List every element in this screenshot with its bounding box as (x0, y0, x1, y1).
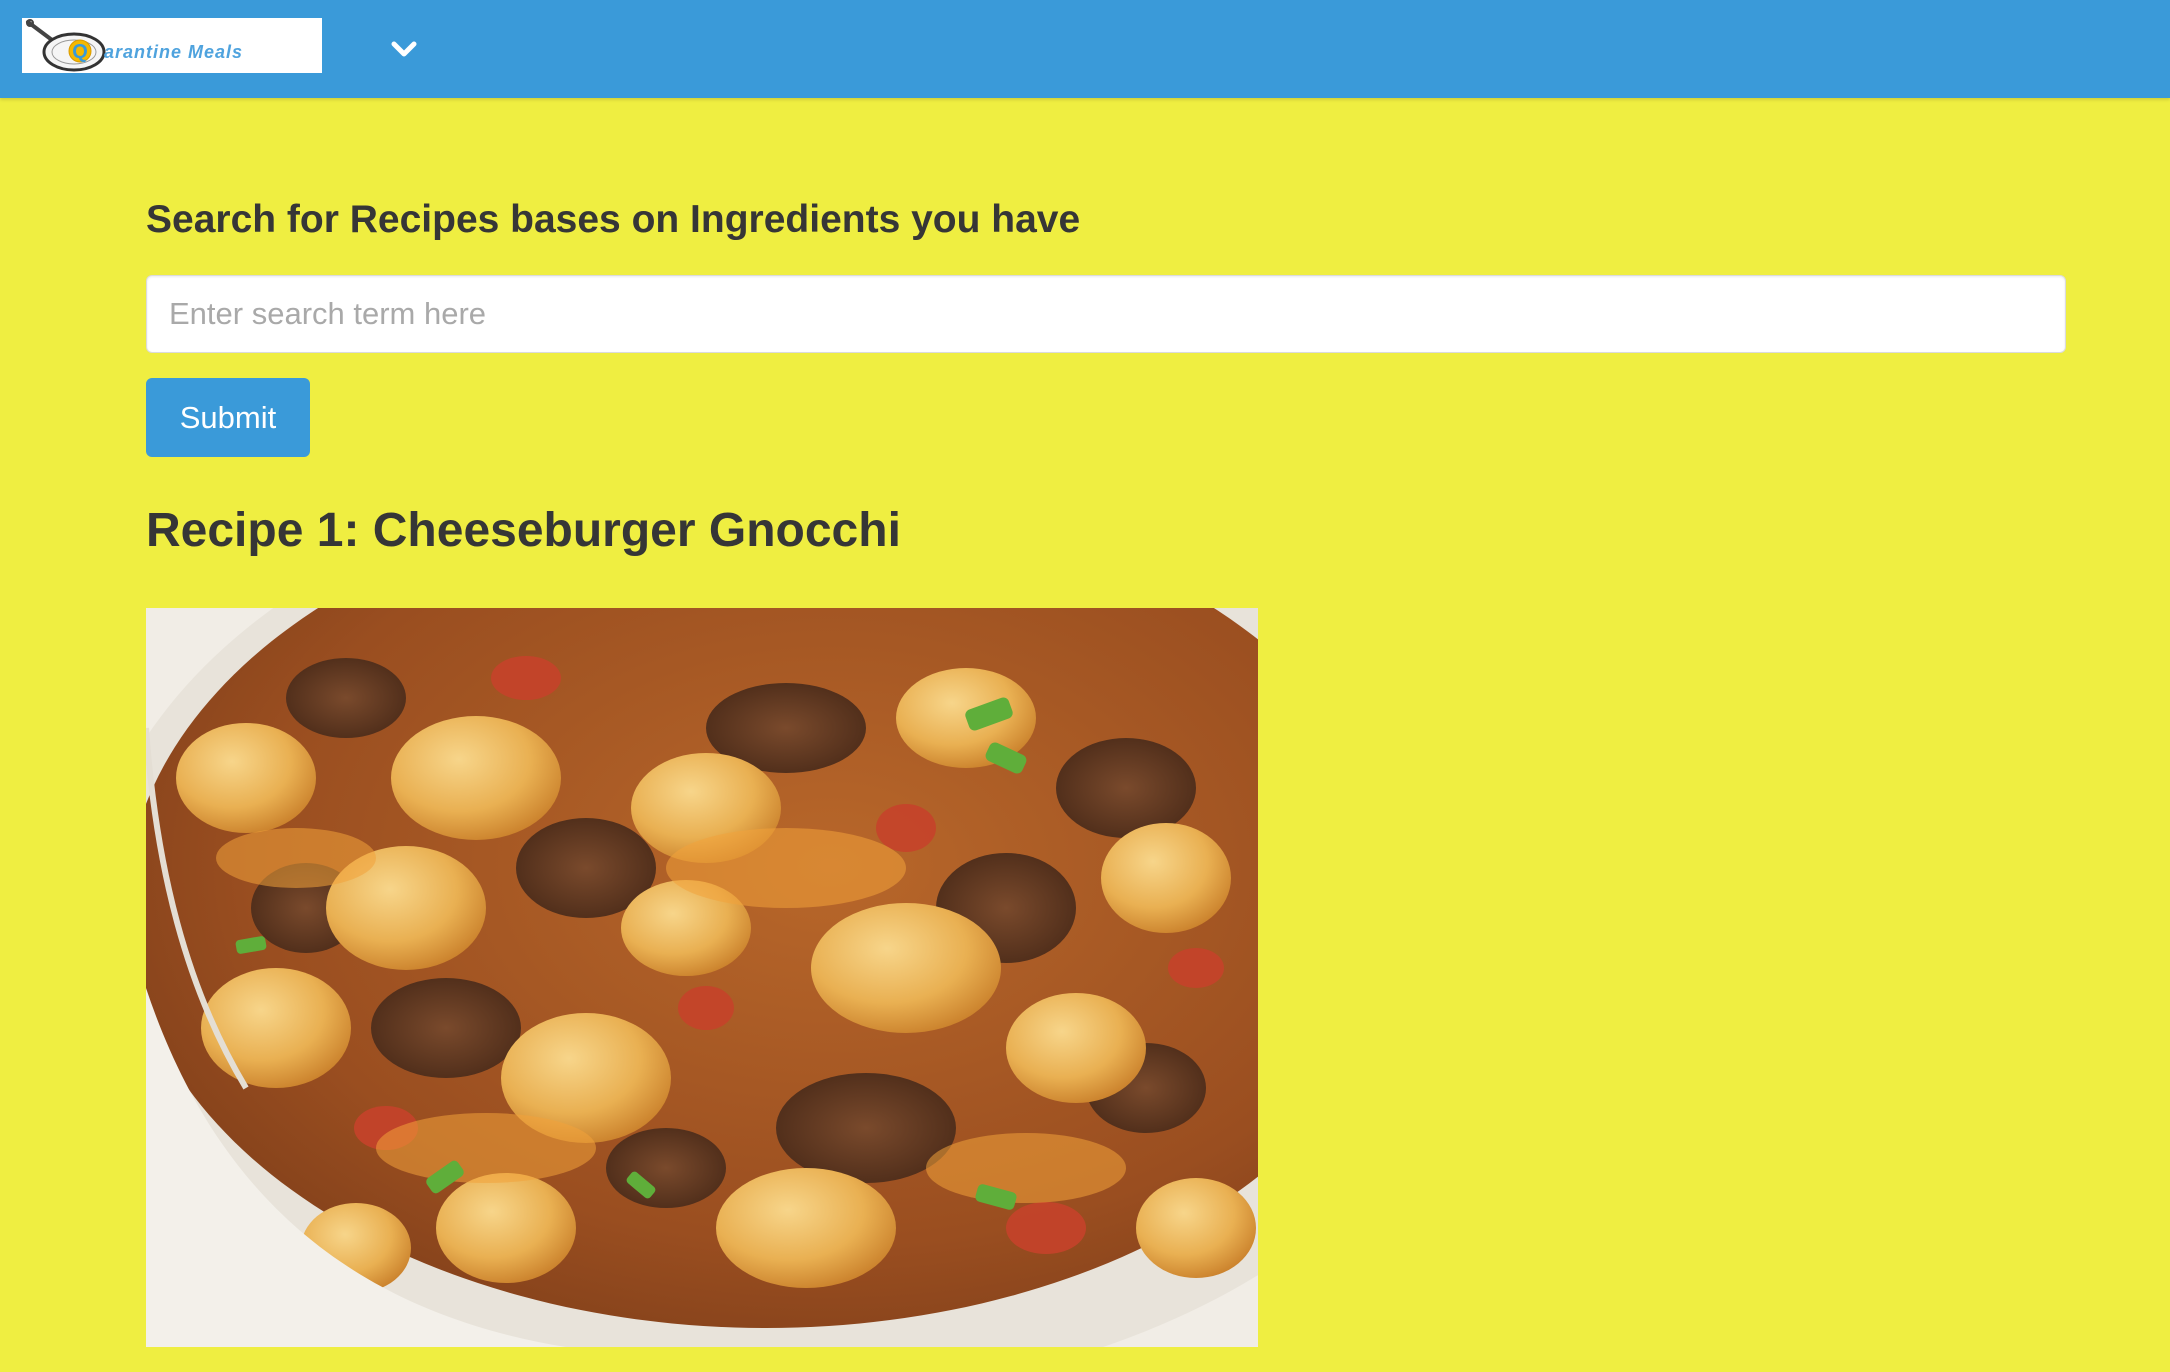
search-input[interactable] (146, 275, 2066, 353)
svg-text:Q: Q (72, 41, 88, 63)
submit-button[interactable]: Submit (146, 378, 310, 457)
recipe-image (146, 608, 1258, 1347)
nav-menu-toggle[interactable] (382, 29, 426, 69)
recipe-title: Recipe 1: Cheeseburger Gnocchi (146, 504, 901, 557)
svg-text:arantine Meals: arantine Meals (104, 42, 243, 62)
site-logo[interactable]: Q arantine Meals (22, 18, 322, 73)
chevron-down-icon (391, 41, 417, 57)
cheeseburger-gnocchi-image (146, 608, 1258, 1347)
frying-pan-logo-icon: Q arantine Meals (22, 18, 322, 73)
search-heading: Search for Recipes bases on Ingredients … (146, 198, 1081, 241)
navbar: Q arantine Meals (0, 0, 2170, 98)
